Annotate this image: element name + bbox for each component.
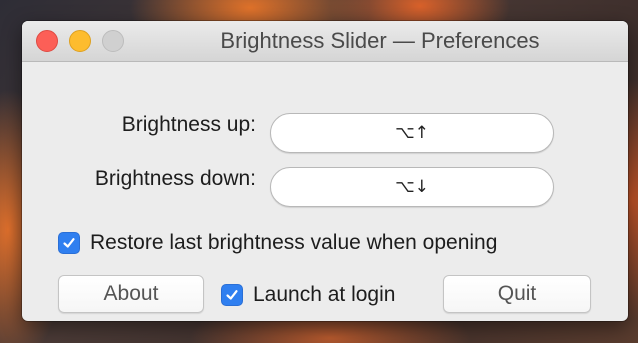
window-title: Brightness Slider — Preferences <box>220 28 540 53</box>
about-button[interactable]: About <box>58 275 204 313</box>
minimize-button[interactable] <box>69 30 91 52</box>
launch-at-login-label: Launch at login <box>253 283 396 306</box>
brightness-down-shortcut-field[interactable]: ⌥↓ <box>270 167 554 207</box>
quit-button[interactable]: Quit <box>443 275 591 313</box>
brightness-down-label: Brightness down: <box>94 167 256 190</box>
launch-at-login-option[interactable]: Launch at login <box>221 283 395 307</box>
checkmark-icon <box>63 238 75 248</box>
preferences-window: Brightness Slider — Preferences Brightne… <box>22 21 628 321</box>
launch-at-login-checkbox[interactable] <box>221 284 243 306</box>
restore-brightness-option[interactable]: Restore last brightness value when openi… <box>58 231 497 255</box>
checkmark-icon <box>226 290 238 300</box>
preferences-content: Brightness up: ⌥↑ Brightness down: ⌥↓ Re… <box>22 62 628 321</box>
brightness-up-label: Brightness up: <box>121 113 256 136</box>
restore-brightness-checkbox[interactable] <box>58 232 80 254</box>
brightness-up-shortcut-field[interactable]: ⌥↑ <box>270 113 554 153</box>
restore-brightness-label: Restore last brightness value when openi… <box>90 231 498 254</box>
title-bar[interactable]: Brightness Slider — Preferences <box>22 21 628 62</box>
zoom-button <box>102 30 124 52</box>
close-button[interactable] <box>36 30 58 52</box>
